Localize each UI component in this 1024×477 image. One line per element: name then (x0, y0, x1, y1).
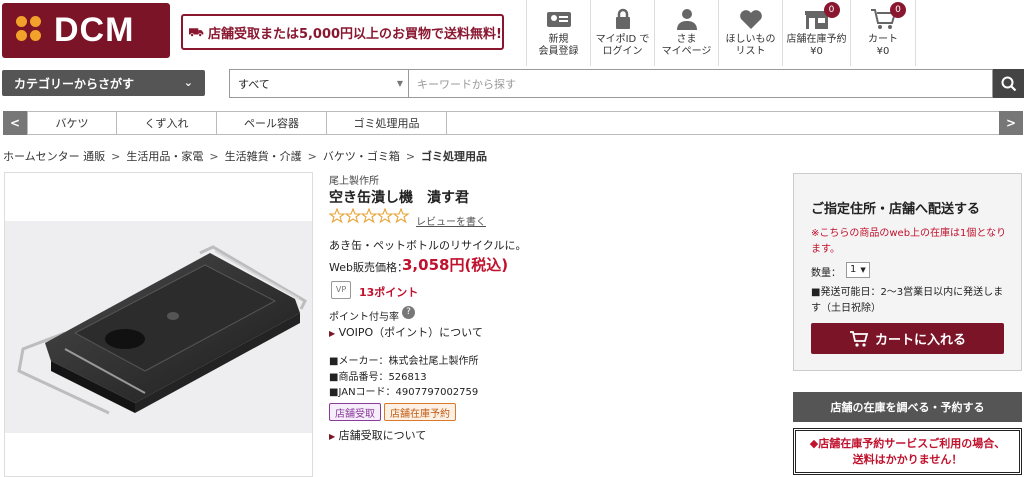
check-store-stock-button[interactable]: 店舗の在庫を調べる・予約する (793, 392, 1022, 422)
notice-line-1: ◆店舗在庫予約サービスご利用の場合、 (809, 437, 1006, 450)
voipo-info-link[interactable]: ▶ VOIPO（ポイント）について (329, 324, 483, 340)
store-reserve-badge: 0 (823, 2, 840, 18)
store-pickup-info-label: 店舗受取について (338, 429, 427, 442)
spec-item-number: ■商品番号：526813 (329, 372, 427, 383)
breadcrumb-separator: > (307, 150, 317, 163)
price-label: Web販売価格： (329, 261, 408, 274)
voipo-points-icon: VP (331, 281, 351, 299)
store-pickup-info-link[interactable]: ▶ 店舗受取について (329, 427, 426, 443)
category-tab-trash-can[interactable]: くず入れ (117, 112, 217, 134)
nav-wishlist-label: ほしいもの リスト (725, 34, 776, 57)
nav-cart-label: カート ¥0 (868, 34, 898, 57)
nav-login-label: マイポID で ログイン (595, 34, 650, 57)
store-reserve-tag: 店舗在庫予約 (384, 403, 456, 421)
help-icon[interactable]: ? (402, 306, 415, 319)
spec-maker: ■メーカー：株式会社尾上製作所 (329, 356, 479, 367)
logo-dots-icon (16, 15, 46, 46)
points-rate-label: ポイント付与率 (329, 312, 399, 323)
nav-cart[interactable]: 0 カート ¥0 (850, 0, 916, 66)
product-description: あき缶・ペットボトルのリサイクルに。 (329, 239, 527, 252)
nav-mypage[interactable]: さま マイページ (654, 0, 718, 66)
category-tab-bucket[interactable]: バケツ (27, 112, 117, 134)
cart-icon: 0 (870, 2, 906, 30)
quantity-label: 数量： (811, 268, 841, 279)
breadcrumb-household[interactable]: 生活雑貨・介護 (225, 150, 302, 163)
product-maker[interactable]: 尾上製作所 (329, 172, 379, 187)
stock-note: ※こちらの商品のweb上の在庫は1個となります。 (811, 228, 1007, 255)
breadcrumb: ホームセンター 通販 > 生活用品・家電 > 生活雑貨・介護 > バケツ・ゴミ箱 > ゴミ処理用… (3, 148, 487, 164)
search-placeholder: キーワードから探す (417, 77, 516, 91)
breadcrumb-daily-goods[interactable]: 生活用品・家電 (126, 150, 203, 163)
breadcrumb-home[interactable]: ホームセンター 通販 (3, 150, 105, 163)
nav-wishlist[interactable]: ほしいもの リスト (718, 0, 782, 66)
store-pickup-tag: 店舗受取 (329, 403, 381, 421)
search-icon (1001, 76, 1016, 91)
search-button[interactable] (993, 69, 1024, 98)
category-next-button[interactable]: > (999, 111, 1023, 135)
product-title: 空き缶潰し機 潰す君 (329, 190, 469, 206)
caret-right-icon: ▶ (329, 329, 336, 338)
store-reserve-notice: ◆店舗在庫予約サービスご利用の場合、 送料はかかりません！ (793, 428, 1022, 475)
free-shipping-banner[interactable]: 店舗受取または5,000円以上のお買物で送料無料! (181, 14, 504, 50)
truck-icon (189, 28, 204, 37)
category-prev-button[interactable]: < (3, 111, 27, 135)
search-category-value: すべて (238, 77, 270, 91)
product-price: 3,058円(税込) (402, 256, 509, 274)
promo-text: 店舗受取または5,000円以上のお買物で送料無料! (207, 26, 502, 42)
breadcrumb-separator: > (405, 150, 416, 163)
logo-text: DCM (54, 11, 135, 49)
nav-register-label: 新規 会員登録 (538, 34, 579, 57)
delivery-title: ご指定住所・店舗へ配送する (811, 202, 981, 217)
write-review-link[interactable]: レビューを書く (416, 213, 486, 228)
lock-icon (615, 8, 630, 29)
search-input[interactable]: キーワードから探す (409, 69, 993, 98)
rating-stars (328, 207, 411, 227)
nav-store-reserve-label: 店舗在庫予約 ¥0 (786, 34, 847, 57)
nav-register[interactable]: 新規 会員登録 (526, 0, 590, 66)
dcm-logo[interactable]: DCM (2, 3, 170, 58)
dropdown-arrow-icon: ▼ (396, 79, 403, 88)
breadcrumb-current: ゴミ処理用品 (421, 150, 488, 163)
voipo-info-label: VOIPO（ポイント）について (338, 326, 483, 339)
cart-icon (849, 330, 869, 347)
notice-line-2: 送料はかかりません！ (852, 453, 963, 466)
id-card-icon (546, 12, 571, 27)
shipping-date-note: ■発送可能日：2〜3営業日以内に発送します（土日祝除） (811, 287, 1004, 314)
user-icon (676, 9, 697, 30)
nav-store-reserve[interactable]: 0 店舗在庫予約 ¥0 (782, 0, 850, 66)
breadcrumb-bucket-trash[interactable]: バケツ・ゴミ箱 (323, 150, 400, 163)
quantity-value: 1 (850, 264, 857, 275)
add-to-cart-button[interactable]: カートに入れる (811, 323, 1004, 354)
category-search-button[interactable]: カテゴリーからさがす ⌄ (2, 70, 205, 96)
nav-mypage-label: さま マイページ (661, 34, 712, 57)
store-icon: 0 (804, 2, 840, 30)
search-category-select[interactable]: すべて ▼ (229, 69, 409, 98)
spec-jan-code: ■JANコード：4907797002759 (329, 387, 479, 398)
points-earned: 13ポイント (359, 286, 419, 299)
star-rating-icon (328, 207, 410, 224)
chevron-down-icon: ▼ (860, 266, 866, 274)
breadcrumb-separator: > (111, 150, 121, 163)
category-search-label: カテゴリーからさがす (14, 76, 135, 91)
caret-right-icon: ▶ (329, 432, 336, 441)
product-photo (5, 221, 312, 433)
breadcrumb-separator: > (209, 150, 219, 163)
cart-badge: 0 (890, 2, 906, 18)
can-crusher-image (17, 245, 307, 415)
category-tab-garbage-supplies[interactable]: ゴミ処理用品 (327, 112, 447, 134)
product-image-frame[interactable] (4, 172, 313, 477)
chevron-down-icon: ⌄ (183, 76, 193, 89)
add-to-cart-label: カートに入れる (874, 333, 966, 348)
heart-icon (739, 10, 762, 29)
quantity-select[interactable]: 1 ▼ (846, 262, 870, 278)
nav-login[interactable]: マイポID で ログイン (590, 0, 654, 66)
category-tab-pail[interactable]: ペール容器 (217, 112, 327, 134)
